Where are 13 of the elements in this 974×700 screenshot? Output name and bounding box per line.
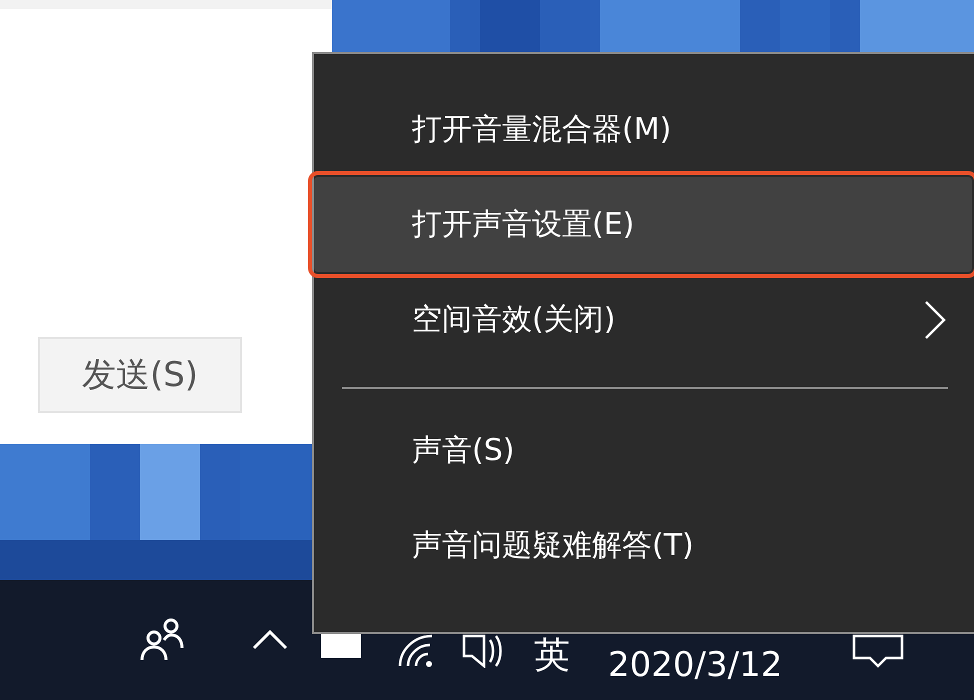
send-button[interactable]: 发送(S)	[38, 337, 242, 413]
notification-icon[interactable]	[852, 634, 904, 668]
battery-icon[interactable]	[320, 634, 362, 660]
input-language-indicator[interactable]: 英	[534, 638, 570, 674]
menu-item[interactable]: 声音(S)	[314, 403, 972, 498]
date-text[interactable]: 2020/3/12	[608, 648, 782, 682]
people-icon[interactable]	[138, 616, 186, 662]
menu-item[interactable]: 声音问题疑难解答(T)	[314, 498, 972, 593]
chevron-right-icon	[924, 300, 946, 340]
menu-item[interactable]: 打开声音设置(E)	[314, 177, 972, 272]
menu-item[interactable]: 打开音量混合器(M)	[314, 82, 972, 177]
menu-item[interactable]: 空间音效(关闭)	[314, 272, 972, 367]
chevron-up-icon[interactable]	[252, 628, 288, 650]
